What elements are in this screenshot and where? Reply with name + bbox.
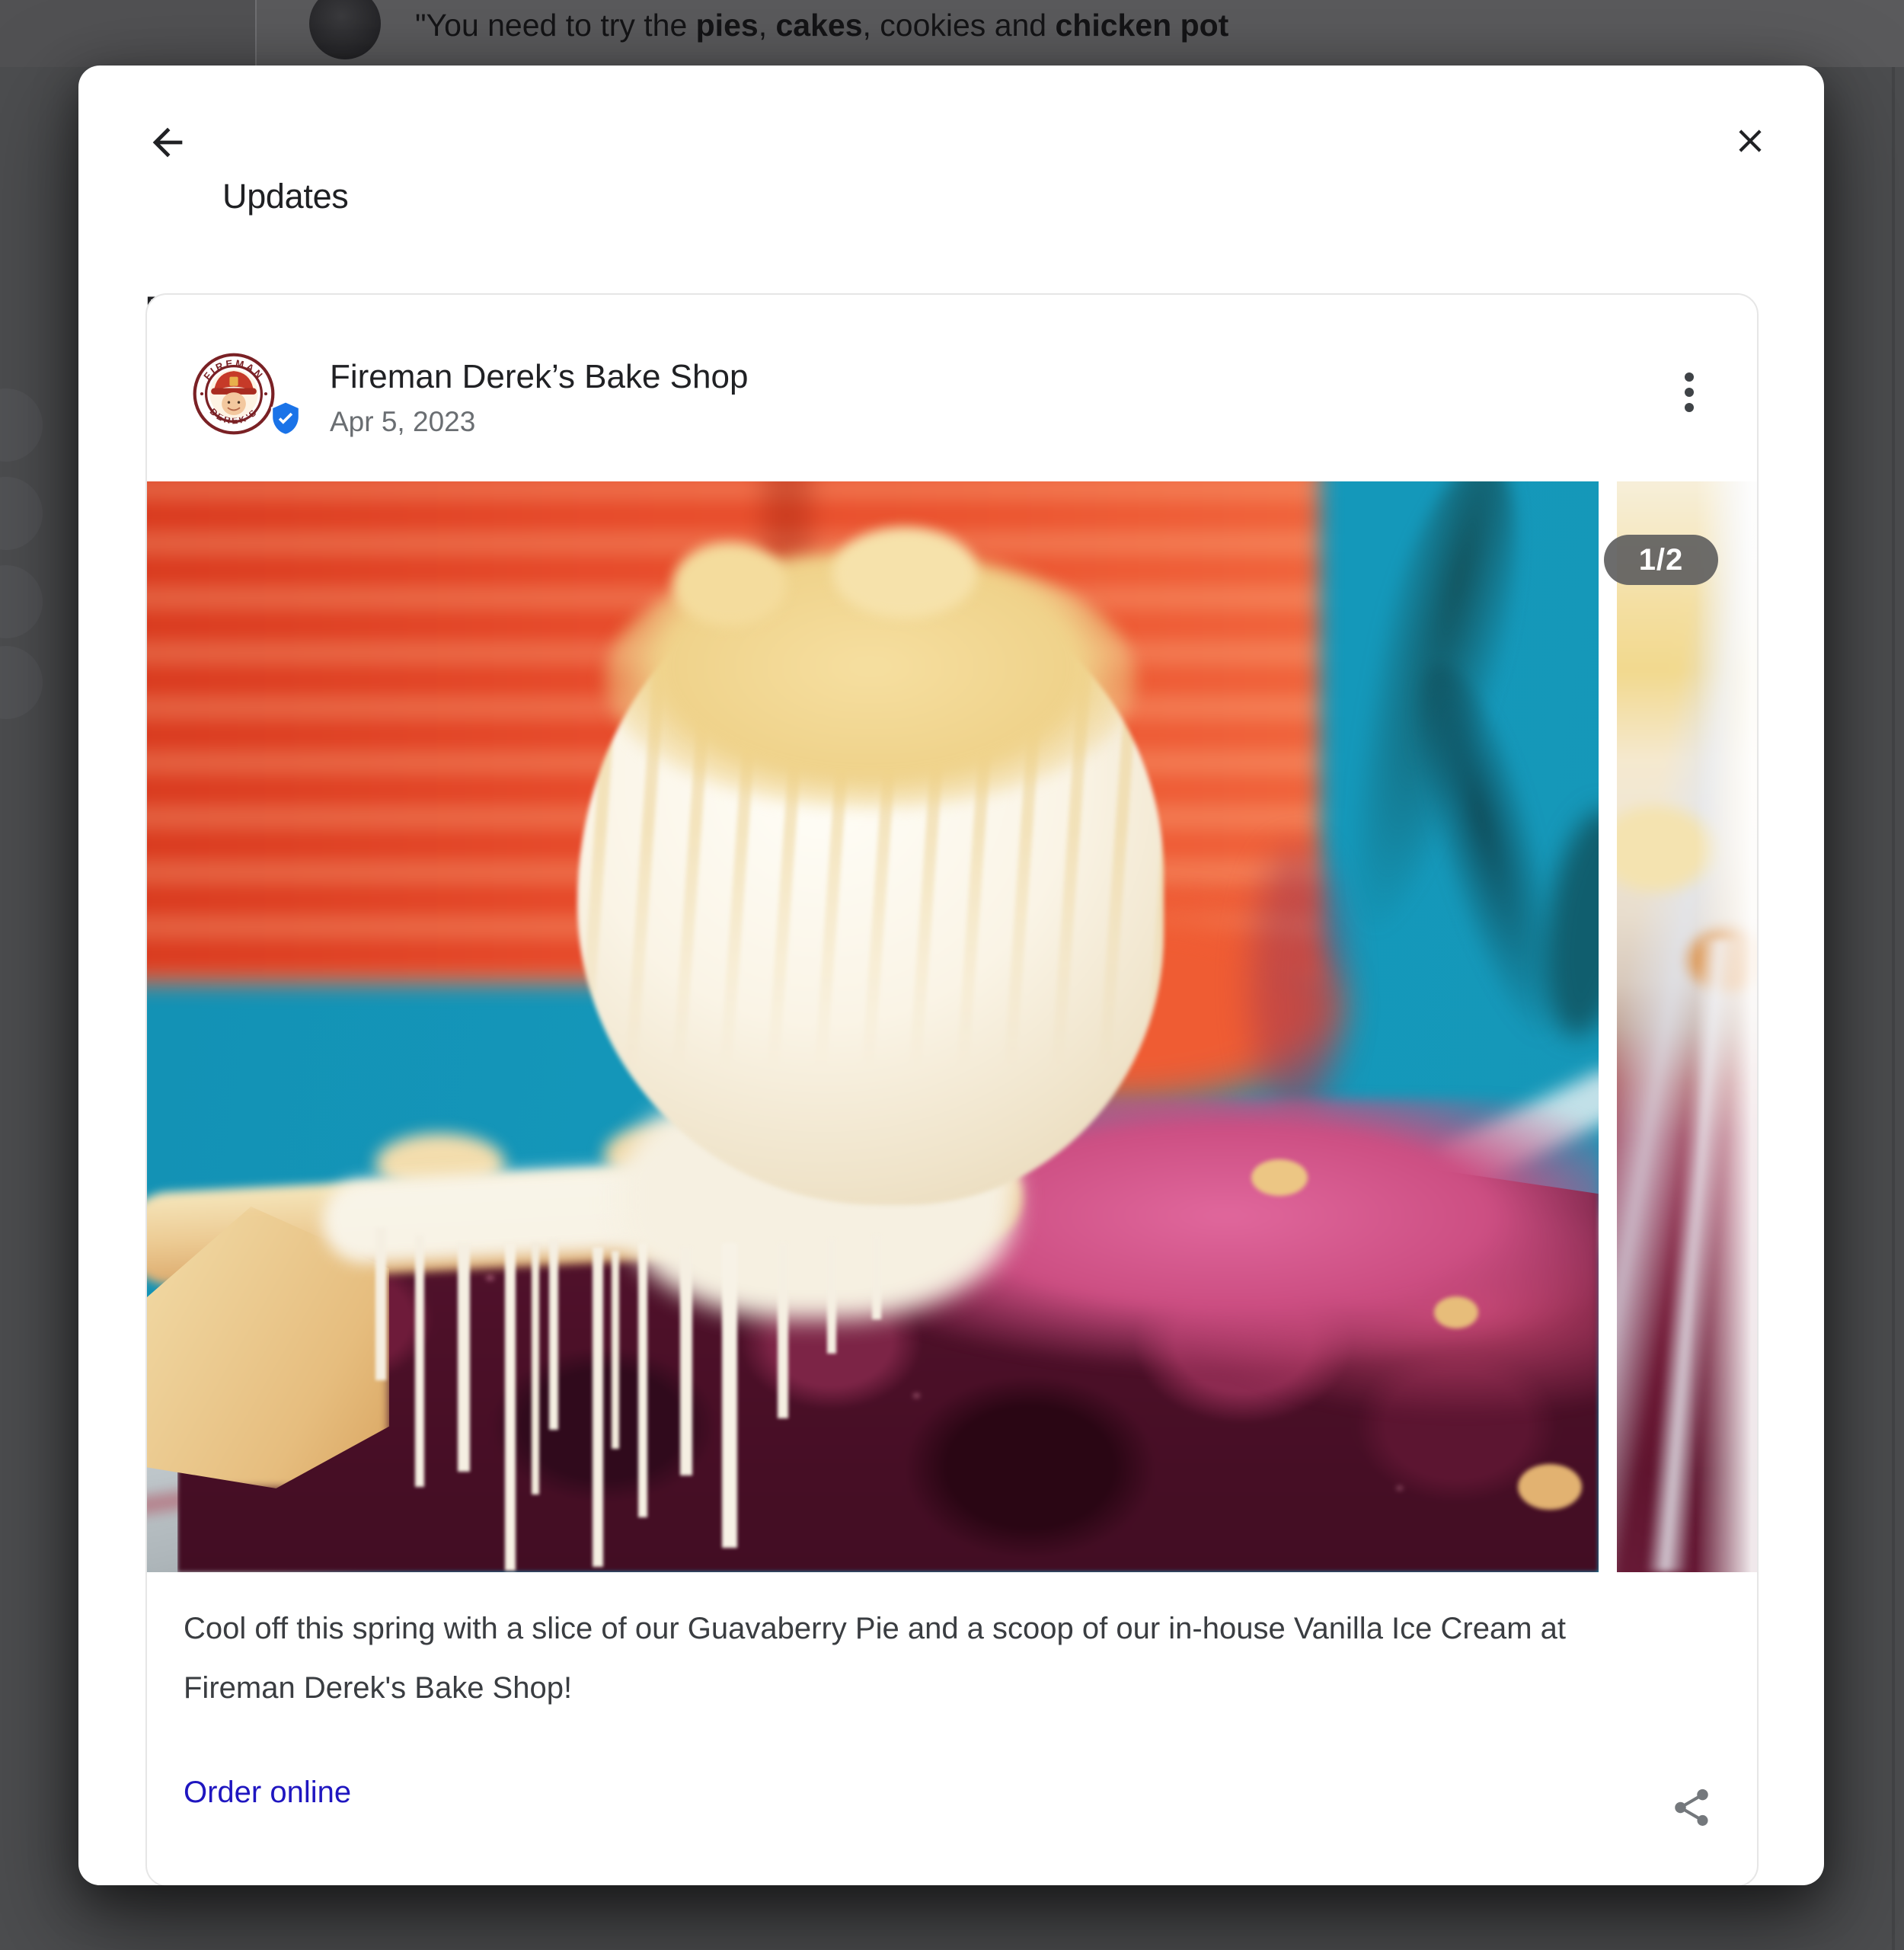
- close-button[interactable]: [1727, 117, 1774, 165]
- update-post-card: FIREMAN DEREK'S: [145, 293, 1759, 1885]
- post-media-row: 1/2: [147, 481, 1759, 1572]
- kebab-icon: [1685, 372, 1694, 382]
- background-right-edge: [1892, 67, 1895, 1950]
- screen: "You need to try the pies, cakes, cookie…: [0, 0, 1904, 1950]
- background-thumbnail: [0, 477, 43, 550]
- photo-counter-badge: 1/2: [1604, 535, 1718, 585]
- background-thumbnail: [0, 388, 43, 462]
- back-arrow-icon: [145, 120, 190, 165]
- next-photo-preview[interactable]: [1617, 481, 1759, 1572]
- close-icon: [1731, 122, 1769, 160]
- dialog-title: Updates: [222, 174, 349, 219]
- post-photo[interactable]: [147, 481, 1599, 1572]
- back-button[interactable]: [142, 117, 193, 168]
- background-divider: [255, 0, 257, 67]
- verified-badge-icon: [267, 400, 304, 436]
- updates-dialog: Updates Recent updates: [78, 66, 1824, 1885]
- share-button[interactable]: [1664, 1780, 1719, 1835]
- order-online-link[interactable]: Order online: [184, 1771, 351, 1814]
- more-options-button[interactable]: [1665, 362, 1714, 423]
- share-icon: [1669, 1785, 1714, 1830]
- business-name: Fireman Derek’s Bake Shop: [330, 356, 748, 398]
- post-caption: Cool off this spring with a slice of our…: [184, 1599, 1669, 1718]
- post-date: Apr 5, 2023: [330, 403, 475, 441]
- business-logo: FIREMAN DEREK'S: [191, 351, 276, 436]
- background-sidebar-strip: [0, 0, 256, 67]
- photo-gap: [1599, 481, 1617, 1572]
- background-thumbnail: [0, 565, 43, 638]
- business-avatar: FIREMAN DEREK'S: [191, 351, 276, 436]
- background-review-snippet: "You need to try the pies, cakes, cookie…: [415, 5, 1228, 46]
- background-thumbnail: [0, 646, 43, 719]
